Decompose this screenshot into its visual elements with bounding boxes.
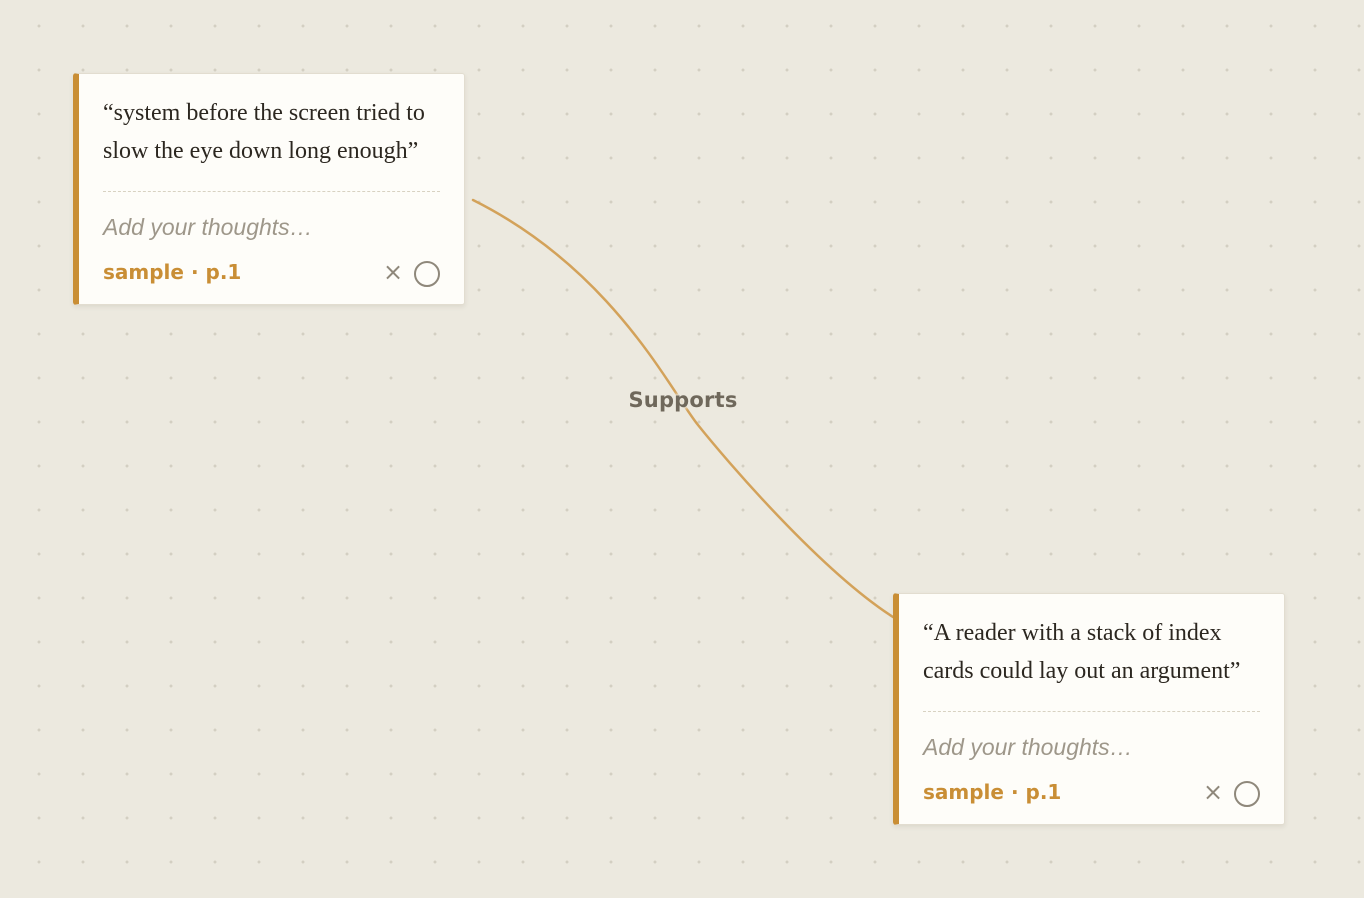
thoughts-input[interactable]: Add your thoughts…	[103, 213, 440, 241]
source-citation: sample · p.1	[923, 780, 1062, 804]
card-footer: sample · p.1 ×	[103, 257, 440, 287]
source-citation: sample · p.1	[103, 260, 242, 284]
circle-icon[interactable]	[414, 260, 440, 287]
card-actions: ×	[1201, 778, 1260, 807]
quote-card[interactable]: “system before the screen tried to slow …	[73, 73, 465, 305]
quote-text: “system before the screen tried to slow …	[103, 100, 425, 164]
close-icon[interactable]: ×	[381, 260, 405, 284]
quote-card[interactable]: “A reader with a stack of index cards co…	[893, 593, 1285, 825]
close-icon[interactable]: ×	[1201, 780, 1225, 804]
card-actions: ×	[381, 258, 440, 287]
card-divider	[923, 711, 1260, 712]
connection-label[interactable]: Supports	[622, 386, 743, 414]
circle-icon[interactable]	[1234, 780, 1260, 807]
card-footer: sample · p.1 ×	[923, 777, 1260, 807]
quote-text: “A reader with a stack of index cards co…	[923, 620, 1241, 684]
thoughts-input[interactable]: Add your thoughts…	[923, 733, 1260, 761]
card-divider	[103, 191, 440, 192]
